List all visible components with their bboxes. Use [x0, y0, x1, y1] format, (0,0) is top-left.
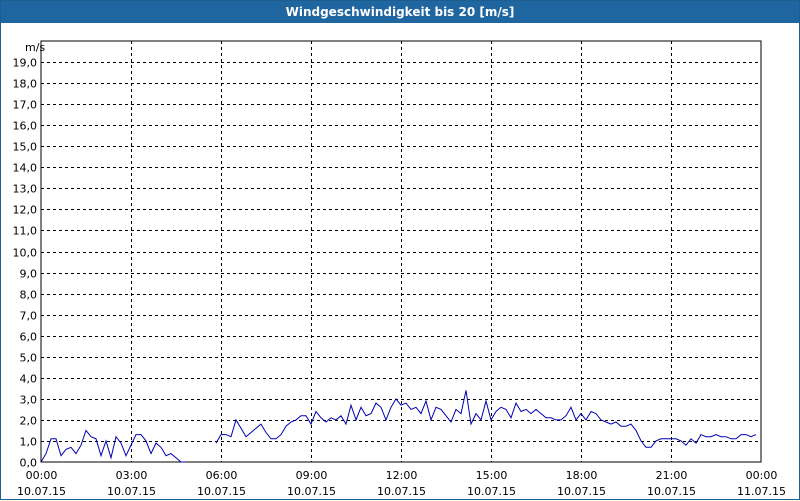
- x-tick-time-label: 15:00: [476, 469, 508, 482]
- y-axis: 0,0 1,0 2,0 3,0 4,0 5,0 6,0 7,0 8,0 9,0 10,0 11,0 12…: [13, 57, 38, 470]
- y-tick-label: 0,0: [20, 457, 38, 470]
- y-tick-label: 15,0: [13, 141, 38, 154]
- y-tick-label: 16,0: [13, 120, 38, 133]
- y-tick-label: 19,0: [13, 57, 38, 70]
- y-tick-label: 14,0: [13, 162, 38, 175]
- x-tick-date-label: 10.07.15: [467, 485, 516, 498]
- y-tick-label: 2,0: [20, 415, 38, 428]
- x-tick-date-label: 11.07.15: [737, 485, 786, 498]
- x-axis: 00:00 10.07.15 03:00 10.07.15 06:00 10.07.15 0…: [17, 469, 786, 498]
- x-tick-date-label: 10.07.15: [107, 485, 156, 498]
- y-tick-label: 7,0: [20, 310, 38, 323]
- y-tick-label: 18,0: [13, 78, 38, 91]
- y-tick-label: 17,0: [13, 99, 38, 112]
- x-tick-time-label: 06:00: [206, 469, 238, 482]
- x-tick-time-label: 09:00: [296, 469, 328, 482]
- y-tick-label: 5,0: [20, 352, 38, 365]
- y-tick-label: 4,0: [20, 373, 38, 386]
- y-tick-label: 12,0: [13, 204, 38, 217]
- chart-window: Windgeschwindigkeit bis 20 [m/s] 0,0 1,0 2…: [0, 0, 800, 500]
- wind-speed-chart: 0,0 1,0 2,0 3,0 4,0 5,0 6,0 7,0 8,0 9,0 10,0 11,0 12…: [13, 40, 786, 498]
- x-tick-time-label: 18:00: [566, 469, 598, 482]
- x-tick-time-label: 00:00: [746, 469, 778, 482]
- y-tick-label: 11,0: [13, 225, 38, 238]
- x-tick-date-label: 10.07.15: [197, 485, 246, 498]
- y-tick-label: 3,0: [20, 394, 38, 407]
- x-tick-date-label: 10.07.15: [647, 485, 696, 498]
- y-tick-label: 1,0: [20, 436, 38, 449]
- y-tick-label: 10,0: [13, 247, 38, 260]
- x-tick-date-label: 10.07.15: [287, 485, 336, 498]
- x-tick-time-label: 00:00: [26, 469, 58, 482]
- y-tick-label: 13,0: [13, 183, 38, 196]
- y-tick-label: 9,0: [20, 268, 38, 281]
- x-tick-date-label: 10.07.15: [377, 485, 426, 498]
- x-tick-date-label: 10.07.15: [17, 485, 66, 498]
- y-tick-label: 6,0: [20, 331, 38, 344]
- x-tick-time-label: 12:00: [386, 469, 418, 482]
- x-tick-time-label: 21:00: [656, 469, 688, 482]
- y-axis-unit-label: m/s: [25, 41, 45, 54]
- x-tick-time-label: 03:00: [116, 469, 148, 482]
- y-tick-label: 8,0: [20, 289, 38, 302]
- x-tick-date-label: 10.07.15: [557, 485, 606, 498]
